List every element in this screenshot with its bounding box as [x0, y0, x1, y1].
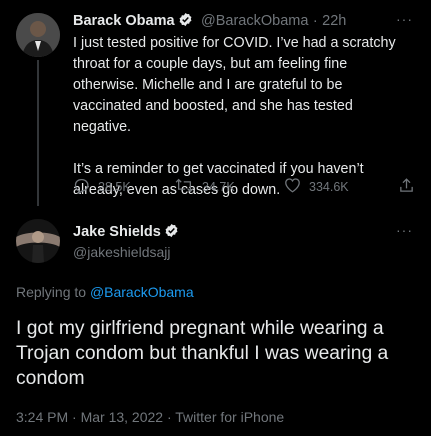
like-count: 334.6K [309, 179, 349, 194]
retweet-button[interactable]: 34.7K [175, 177, 235, 197]
retweet-icon [175, 177, 194, 197]
author-name[interactable]: Barack Obama [73, 13, 175, 29]
replying-to: Replying to @BarackObama [16, 284, 194, 300]
reply-text: I got my girlfriend pregnant while weari… [16, 318, 389, 389]
replying-to-label: Replying to [16, 284, 87, 300]
reply-timestamp[interactable]: 3:24 PM · Mar 13, 2022 · Twitter for iPh… [16, 409, 284, 425]
more-options-icon[interactable]: ··· [396, 222, 413, 238]
replying-to-handle[interactable]: @BarackObama [90, 284, 194, 300]
share-icon [398, 178, 415, 198]
reply-count: 28.5K [98, 180, 131, 194]
more-options-icon[interactable]: ··· [396, 11, 413, 27]
tweet-paragraph-1: I just tested positive for COVID. I’ve h… [73, 35, 396, 135]
thread-connector [37, 60, 39, 206]
reply-author-name[interactable]: Jake Shields [73, 224, 161, 240]
like-button[interactable]: 334.6K [284, 177, 349, 196]
reply-author-handle[interactable]: @jakeshieldsajj [73, 244, 170, 260]
avatar-jake[interactable] [16, 219, 60, 263]
reply-author[interactable]: Jake Shields [73, 223, 179, 242]
tweet-text: I just tested positive for COVID. I’ve h… [73, 33, 408, 201]
author-handle[interactable]: @BarackObama [201, 13, 308, 29]
retweet-count: 34.7K [202, 180, 235, 194]
verified-badge-icon [178, 12, 193, 32]
avatar-obama[interactable] [16, 13, 60, 57]
share-button[interactable] [398, 177, 415, 199]
tweet-time[interactable]: 22h [322, 13, 346, 29]
reply-button[interactable]: 28.5K [73, 177, 131, 197]
heart-icon [284, 177, 301, 196]
separator-dot: · [312, 13, 318, 29]
verified-badge-icon [164, 223, 179, 242]
reply-icon [73, 177, 90, 197]
